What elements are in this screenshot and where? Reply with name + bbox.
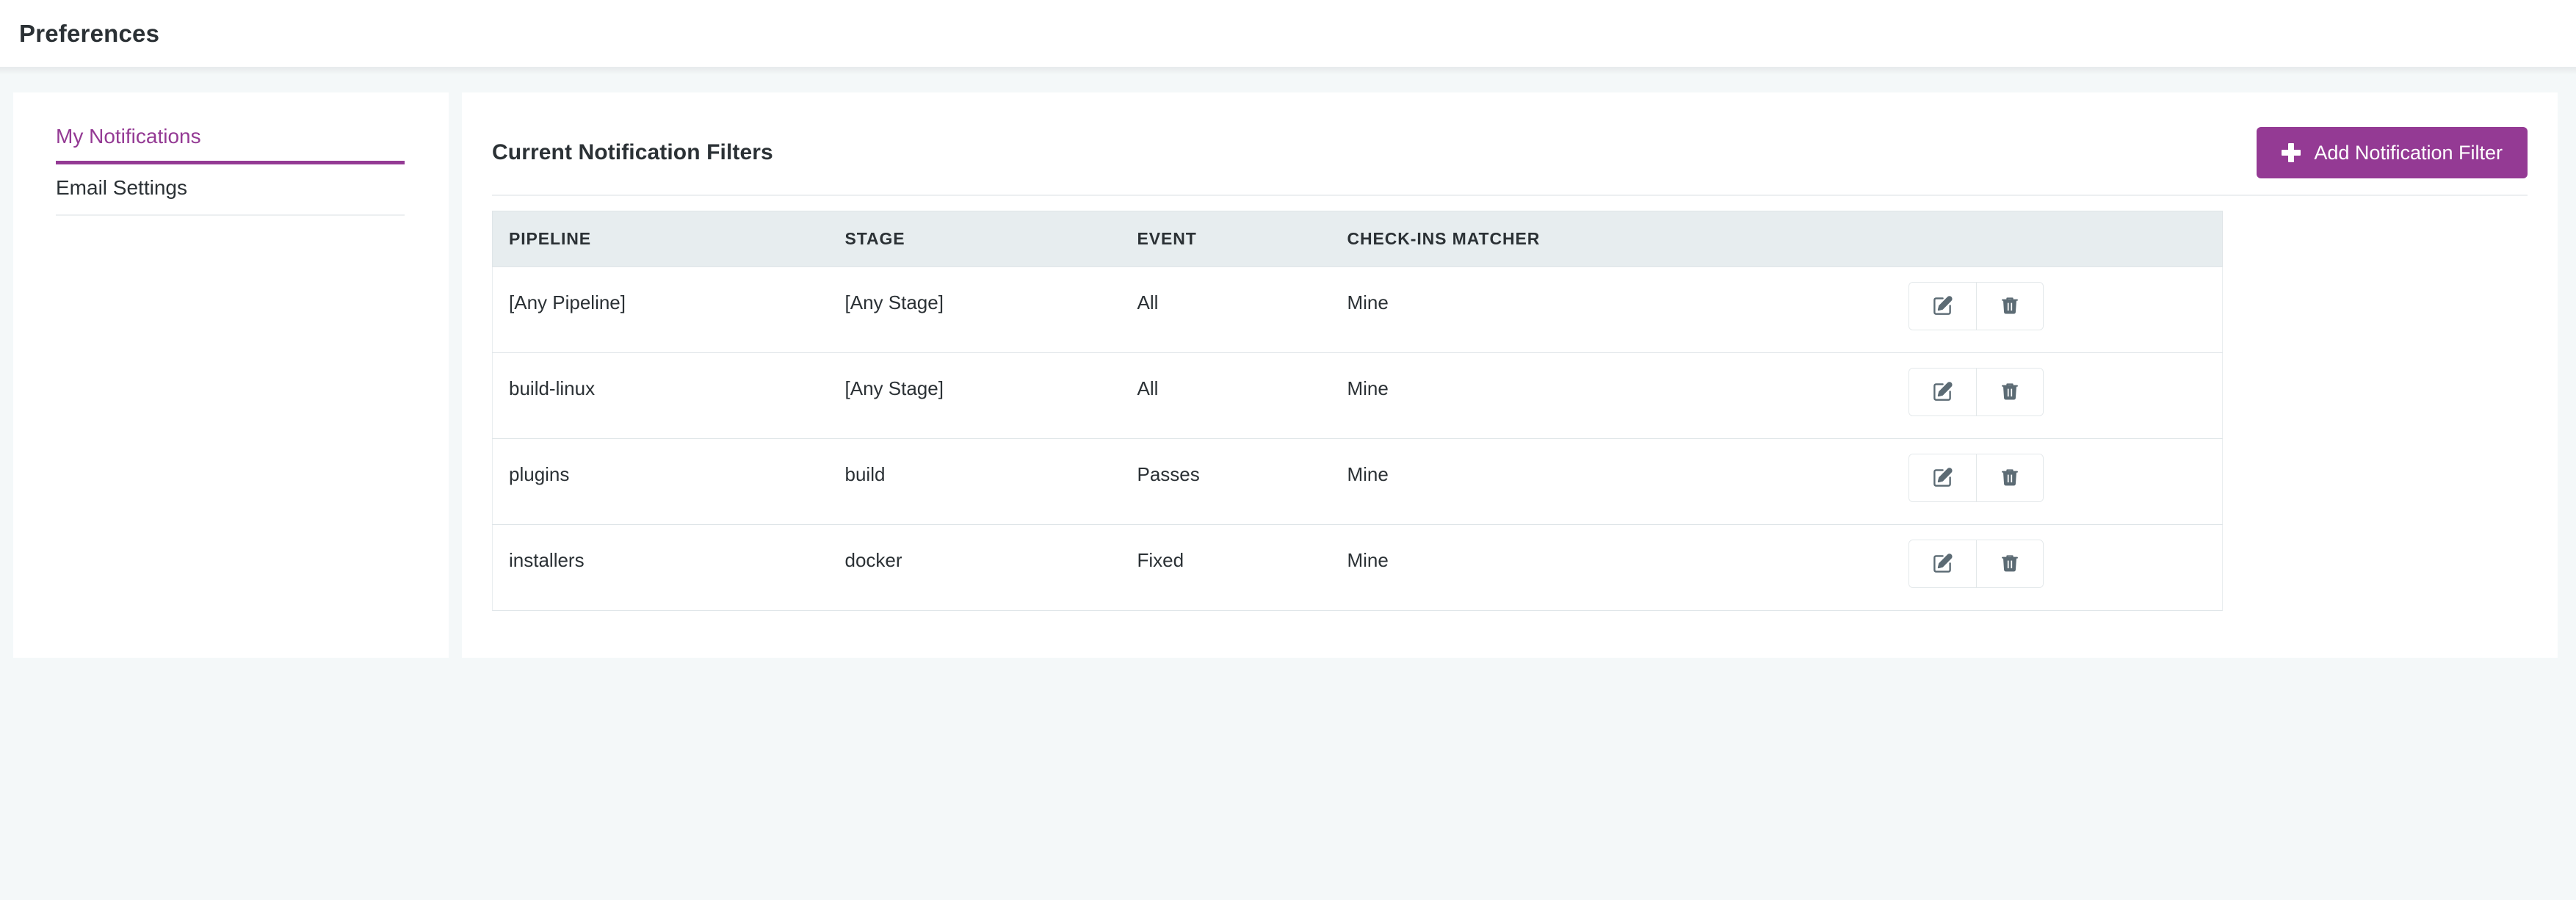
add-notification-filter-label: Add Notification Filter xyxy=(2314,141,2503,164)
table-row: installers docker Fixed Mine xyxy=(492,524,2223,611)
cell-event: All xyxy=(1137,352,1347,439)
cell-event: All xyxy=(1137,266,1347,353)
cell-event-text: All xyxy=(1137,291,1159,313)
table-header-row: PIPELINE STAGE EVENT CHECK-INS MATCHER xyxy=(492,211,2223,267)
cell-pipeline: plugins xyxy=(492,438,845,525)
edit-filter-button[interactable] xyxy=(1909,283,1976,330)
delete-filter-button[interactable] xyxy=(1975,283,2043,330)
trash-icon xyxy=(2000,554,2020,574)
delete-filter-button[interactable] xyxy=(1975,454,2043,501)
edit-filter-button[interactable] xyxy=(1909,454,1976,501)
column-header-stage: STAGE xyxy=(844,211,1137,267)
trash-icon xyxy=(2000,468,2020,488)
cell-pipeline-text: installers xyxy=(509,549,585,571)
edit-filter-button[interactable] xyxy=(1909,369,1976,415)
sidebar-panel: My Notifications Email Settings xyxy=(13,92,449,658)
edit-icon xyxy=(1931,467,1953,489)
cell-event-text: Fixed xyxy=(1137,549,1184,571)
table-row: plugins build Passes Mine xyxy=(492,438,2223,525)
delete-filter-button[interactable] xyxy=(1975,540,2043,587)
cell-event-text: Passes xyxy=(1137,463,1200,485)
trash-icon xyxy=(2000,296,2020,316)
cell-check-ins-matcher: Mine xyxy=(1347,352,1869,439)
table-row: [Any Pipeline] [Any Stage] All Mine xyxy=(492,266,2223,353)
cell-pipeline-text: build-linux xyxy=(509,377,596,399)
cell-check-ins-matcher: Mine xyxy=(1347,524,1869,611)
cell-pipeline-text: [Any Pipeline] xyxy=(509,291,626,313)
header-divider xyxy=(492,195,2528,196)
edit-filter-button[interactable] xyxy=(1909,540,1976,587)
cell-check-ins-matcher: Mine xyxy=(1347,438,1869,525)
cell-actions xyxy=(1868,352,2223,439)
edit-icon xyxy=(1931,553,1953,575)
cell-stage: docker xyxy=(844,524,1137,611)
cell-stage: [Any Stage] xyxy=(844,266,1137,353)
cell-stage-text: docker xyxy=(844,549,902,571)
cell-event: Passes xyxy=(1137,438,1347,525)
row-action-group xyxy=(1908,282,2044,330)
page-title: Preferences xyxy=(19,19,160,47)
cell-check-ins-matcher-text: Mine xyxy=(1347,463,1389,485)
sidebar-item-label: My Notifications xyxy=(56,125,201,148)
delete-filter-button[interactable] xyxy=(1975,369,2043,415)
column-header-pipeline: PIPELINE xyxy=(492,211,845,267)
cell-event: Fixed xyxy=(1137,524,1347,611)
column-header-check-ins-matcher: CHECK-INS MATCHER xyxy=(1347,211,1869,267)
cell-pipeline: [Any Pipeline] xyxy=(492,266,845,353)
cell-pipeline: build-linux xyxy=(492,352,845,439)
cell-stage-text: [Any Stage] xyxy=(844,291,944,313)
column-header-event: EVENT xyxy=(1137,211,1347,267)
trash-icon xyxy=(2000,382,2020,402)
cell-stage: [Any Stage] xyxy=(844,352,1137,439)
cell-stage: build xyxy=(844,438,1137,525)
edit-icon xyxy=(1931,381,1953,403)
top-header-bar: Preferences xyxy=(0,0,2576,68)
section-title: Current Notification Filters xyxy=(492,140,773,164)
row-action-group xyxy=(1908,368,2044,416)
table-body: [Any Pipeline] [Any Stage] All Mine buil… xyxy=(492,266,2223,611)
preferences-nav: My Notifications Email Settings xyxy=(56,113,405,217)
table-header: PIPELINE STAGE EVENT CHECK-INS MATCHER xyxy=(492,211,2223,267)
sidebar-item-label: Email Settings xyxy=(56,175,187,199)
cell-check-ins-matcher-text: Mine xyxy=(1347,377,1389,399)
cell-event-text: All xyxy=(1137,377,1159,399)
notification-filters-table: PIPELINE STAGE EVENT CHECK-INS MATCHER [… xyxy=(492,211,2223,611)
row-action-group xyxy=(1908,540,2044,588)
cell-actions xyxy=(1868,266,2223,353)
cell-actions xyxy=(1868,524,2223,611)
cell-stage-text: [Any Stage] xyxy=(844,377,944,399)
column-header-actions xyxy=(1868,211,2223,267)
cell-pipeline-text: plugins xyxy=(509,463,570,485)
sidebar-item-email-settings[interactable]: Email Settings xyxy=(56,164,405,217)
table-row: build-linux [Any Stage] All Mine xyxy=(492,352,2223,439)
row-action-group xyxy=(1908,454,2044,502)
cell-check-ins-matcher-text: Mine xyxy=(1347,549,1389,571)
section-header: Current Notification Filters Add Notific… xyxy=(492,92,2528,195)
plus-icon xyxy=(2282,143,2301,162)
cell-stage-text: build xyxy=(844,463,886,485)
cell-actions xyxy=(1868,438,2223,525)
edit-icon xyxy=(1931,295,1953,317)
cell-check-ins-matcher: Mine xyxy=(1347,266,1869,353)
add-notification-filter-button[interactable]: Add Notification Filter xyxy=(2257,127,2528,178)
cell-check-ins-matcher-text: Mine xyxy=(1347,291,1389,313)
main-content-panel: Current Notification Filters Add Notific… xyxy=(462,92,2558,658)
sidebar-item-my-notifications[interactable]: My Notifications xyxy=(56,113,405,164)
cell-pipeline: installers xyxy=(492,524,845,611)
header-shadow xyxy=(0,68,2576,75)
